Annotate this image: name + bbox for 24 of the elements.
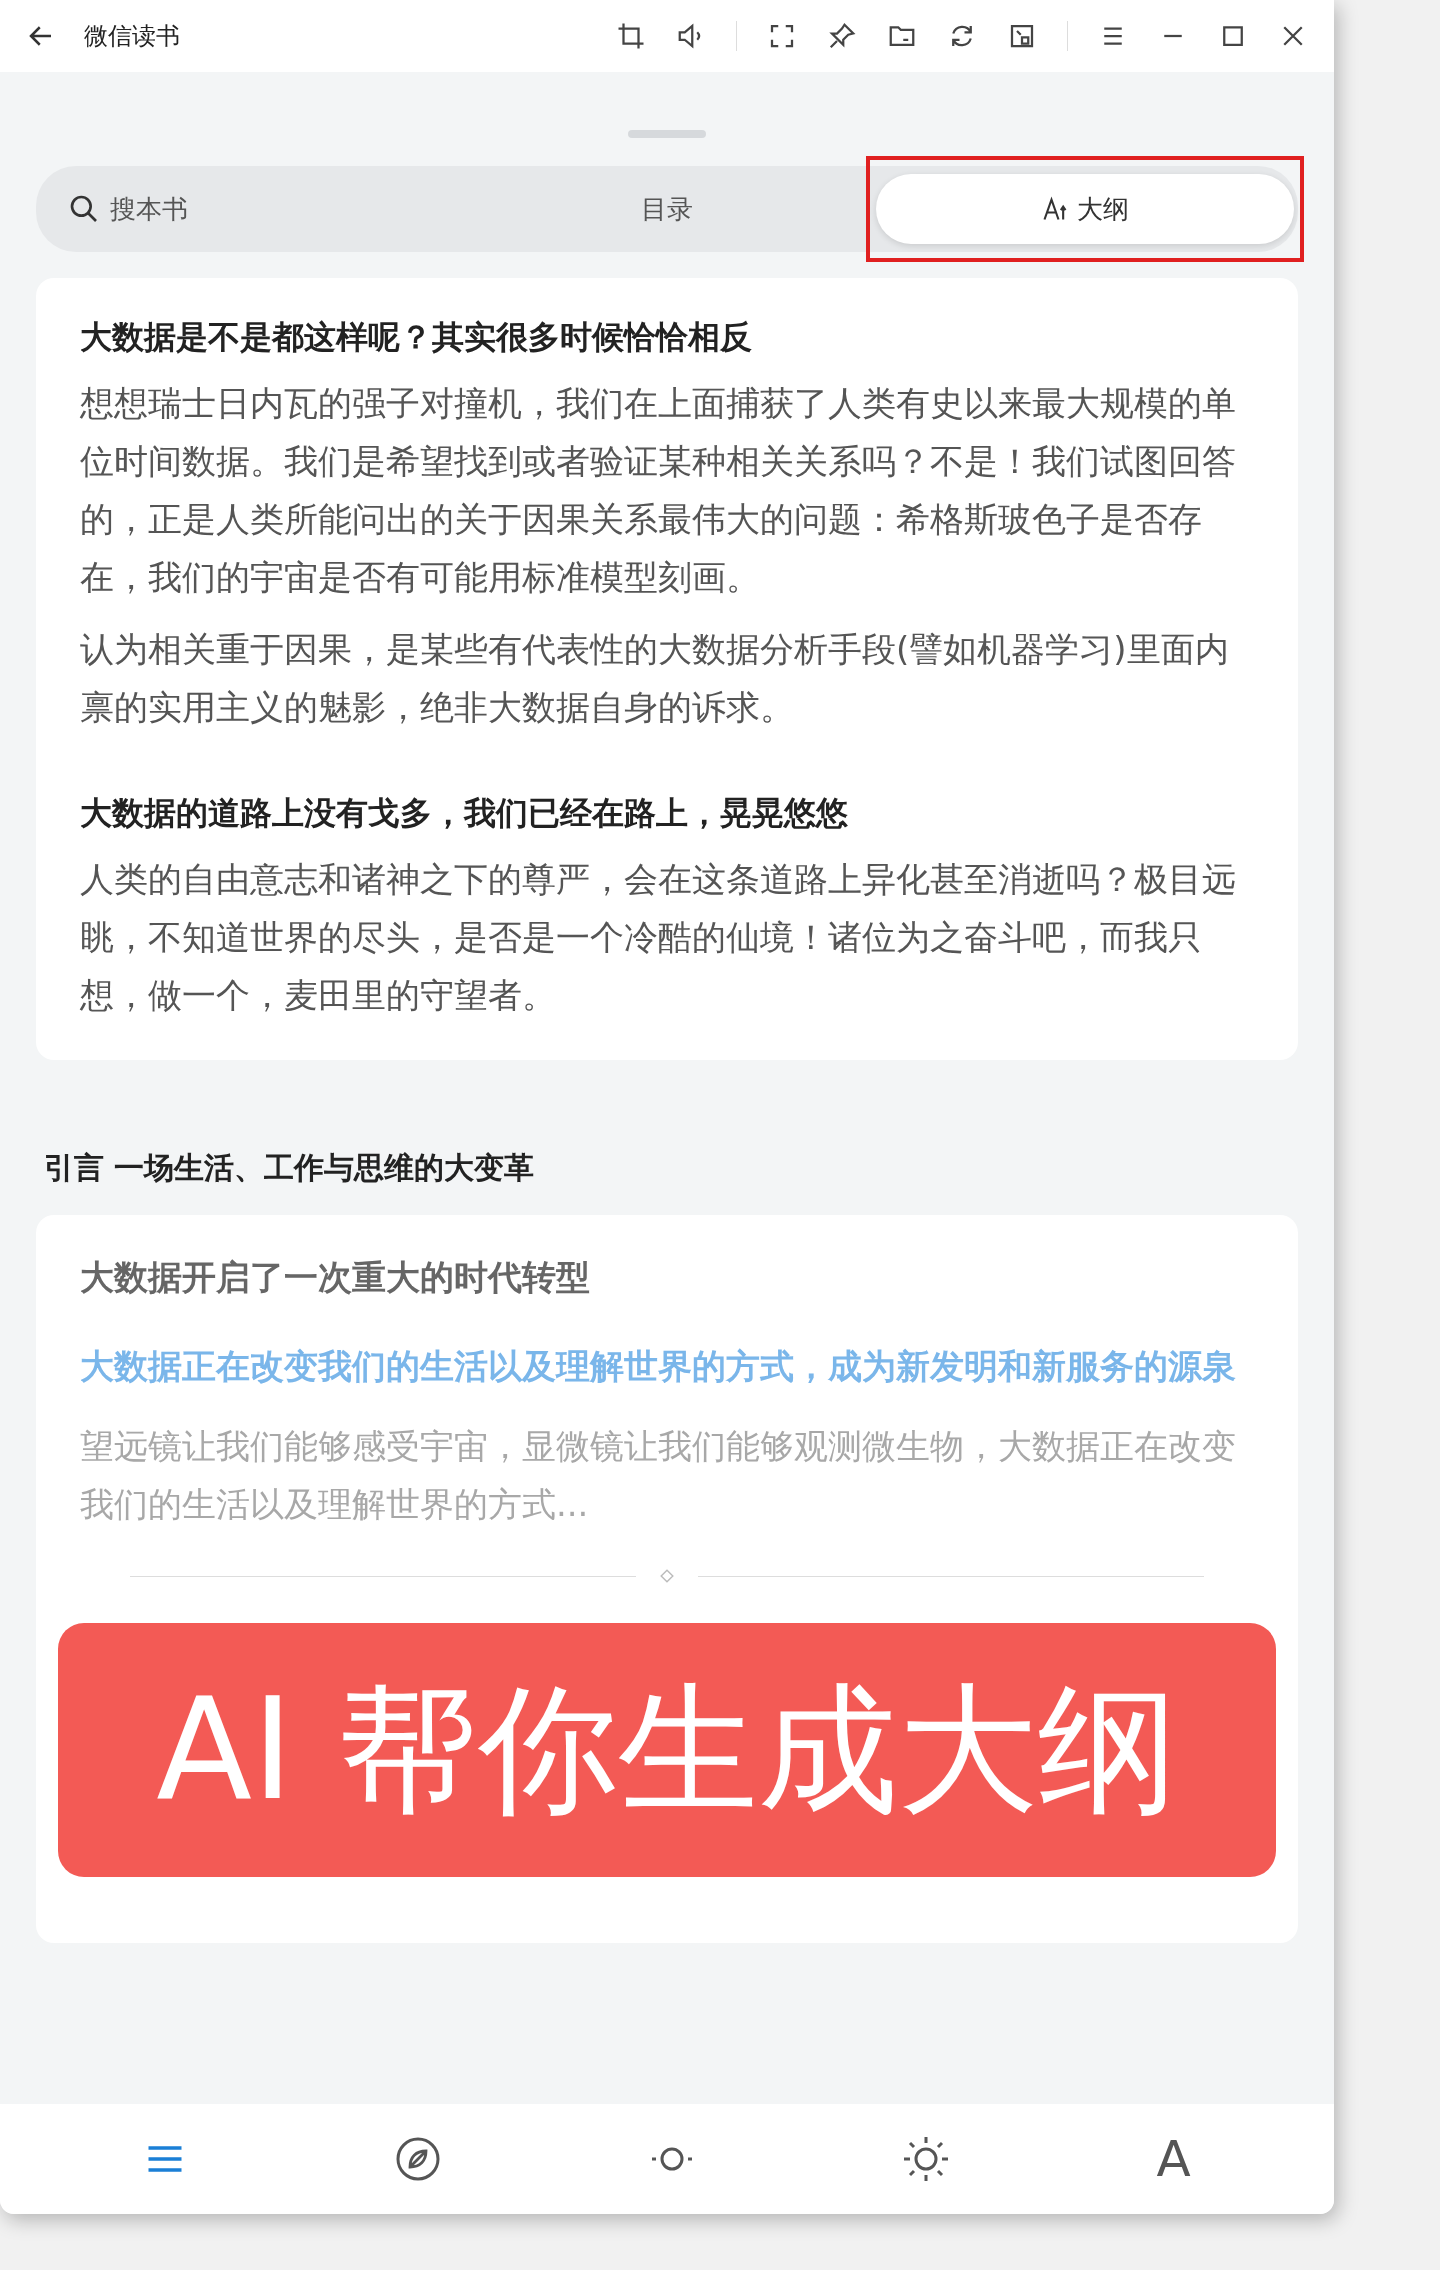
faded-paragraph: 望远镜让我们能够感受宇宙，显微镜让我们能够观测微生物，大数据正在改变我们的生活以及理解世界的方式... (80, 1425, 1237, 1526)
tab-label[interactable]: 目录 (641, 191, 693, 227)
section-heading: 大数据开启了一次重大的时代转型 (80, 1256, 591, 1299)
highlighted-point: 大数据正在改变我们的生活以及理解世界的方式，成为新发明和新服务的源泉 (80, 1345, 1237, 1388)
font-size-button[interactable]: A (1156, 2130, 1191, 2188)
diamond-icon (660, 1569, 674, 1583)
pin-icon[interactable] (827, 21, 857, 51)
ai-text-icon (1041, 195, 1069, 223)
paragraph: 认为相关重于因果，是某些有代表性的大数据分析手段(譬如机器学习)里面内禀的实用主义的魅影，绝非大数据自身的诉求。 (80, 628, 1230, 729)
search-field[interactable]: 搜本书 (40, 174, 458, 244)
paragraph: 人类的自由意志和诸神之下的尊严，会在这条道路上异化甚至消逝吗？极目远眺，不知道世界的尽头，是否是一个冷酷的仙境！诸位为之奋斗吧，而我只想，做一个，麦田里的守望者。 (80, 858, 1237, 1017)
drag-handle[interactable] (628, 130, 706, 138)
promo-banner: AI 帮你生成大纲 (58, 1623, 1276, 1877)
tab[interactable]: 目录 (458, 174, 876, 244)
tab-label[interactable]: 大纲 (1077, 191, 1129, 227)
search-input[interactable]: 搜本书 (108, 193, 312, 225)
tab[interactable]: 大纲 (876, 174, 1294, 244)
chapter-title: 引言 一场生活、工作与思维的大变革 (44, 1149, 536, 1187)
window-title: 微信读书 (84, 21, 180, 52)
paragraph: 想想瑞士日内瓦的强子对撞机，我们在上面捕获了人类有史以来最大规模的单位时间数据。我们是希望找到或者验证某种相关关系吗？不是！我们试图回答的，正是人类所能问出的关于因果关系最伟大的问题：希格斯玻色子是否存在，我们的宇宙是否有可能用标准模型刻画。 (80, 382, 1237, 599)
section-heading: 大数据是不是都这样呢？其实很多时候恰恰相反 (80, 317, 753, 358)
section-heading: 大数据的道路上没有戈多，我们已经在路上，晃晃悠悠 (80, 793, 849, 834)
brightness-icon[interactable] (902, 2135, 951, 2183)
crop-icon[interactable] (616, 21, 646, 51)
